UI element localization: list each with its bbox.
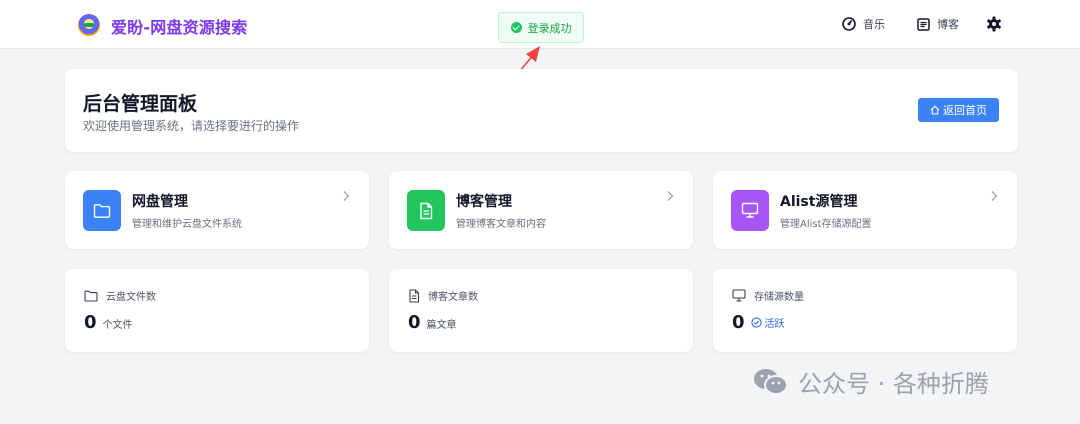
back-home-button[interactable]: 返回首页 <box>918 98 999 122</box>
document-icon <box>409 288 420 303</box>
feature-card-alist[interactable]: Alist源管理 管理Alist存储源配置 <box>713 171 1017 249</box>
blog-icon <box>917 17 930 31</box>
admin-panel-header-card: 后台管理面板 欢迎使用管理系统，请选择要进行的操作 返回首页 <box>65 69 1018 152</box>
logo-icon[interactable] <box>78 14 100 36</box>
chevron-right-icon <box>667 191 674 201</box>
monitor-icon <box>732 289 746 302</box>
success-toast: 登录成功 <box>498 12 584 43</box>
stat-value-row: 0 个文件 <box>84 312 133 333</box>
chevron-right-icon <box>343 191 350 201</box>
stat-unit: 篇文章 <box>426 320 457 331</box>
feature-card-blog[interactable]: 博客管理 管理博客文章和内容 <box>389 171 693 249</box>
feature-card-cloud-drive[interactable]: 网盘管理 管理和维护云盘文件系统 <box>65 171 369 249</box>
site-title[interactable]: 爱盼-网盘资源搜索 <box>111 14 247 38</box>
document-icon <box>420 202 433 219</box>
nav-blog-label: 博客 <box>937 18 959 31</box>
stat-header: 博客文章数 <box>408 288 478 303</box>
chevron-right-icon <box>991 191 998 201</box>
stat-header: 存储源数量 <box>732 288 804 303</box>
stat-label: 云盘文件数 <box>106 292 156 303</box>
stat-header: 云盘文件数 <box>84 288 156 303</box>
stat-label: 存储源数量 <box>754 292 804 303</box>
home-icon <box>930 105 940 115</box>
stat-unit: 个文件 <box>102 320 133 331</box>
nav-blog-link[interactable]: 博客 <box>917 16 959 32</box>
folder-icon <box>84 290 98 302</box>
check-circle-icon <box>750 317 762 328</box>
wechat-icon <box>754 368 788 395</box>
stat-value-row: 0 活跃 <box>732 312 785 333</box>
stat-card-articles: 博客文章数 0 篇文章 <box>389 269 693 352</box>
stat-value-row: 0 篇文章 <box>408 312 457 333</box>
watermark-text: 公众号 · 各种折腾 <box>798 370 989 398</box>
feature-icon-box <box>83 190 121 231</box>
toast-message: 登录成功 <box>527 21 572 35</box>
stat-number: 0 <box>408 312 421 333</box>
stat-card-sources: 存储源数量 0 活跃 <box>713 269 1017 352</box>
stat-number: 0 <box>84 312 97 333</box>
stat-label: 博客文章数 <box>428 292 478 303</box>
wechat-watermark: 公众号 · 各种折腾 <box>752 364 989 399</box>
feature-title: Alist源管理 <box>780 194 858 210</box>
nav-music-label: 音乐 <box>863 18 885 31</box>
settings-gear-icon[interactable] <box>986 16 1002 32</box>
page-subtitle: 欢迎使用管理系统，请选择要进行的操作 <box>83 119 300 133</box>
monitor-icon <box>741 202 759 218</box>
status-label: 活跃 <box>764 319 785 330</box>
folder-icon <box>93 203 111 218</box>
status-badge: 活跃 <box>750 315 785 330</box>
feature-description: 管理Alist存储源配置 <box>780 219 872 230</box>
feature-description: 管理博客文章和内容 <box>456 219 546 230</box>
nav-music-link[interactable]: 音乐 <box>842 16 885 32</box>
back-home-label: 返回首页 <box>943 104 987 117</box>
feature-icon-box <box>731 190 769 231</box>
stat-number: 0 <box>732 312 745 333</box>
feature-title: 博客管理 <box>456 194 512 210</box>
feature-description: 管理和维护云盘文件系统 <box>132 219 242 230</box>
check-circle-icon <box>510 22 522 33</box>
page-title: 后台管理面板 <box>83 93 198 115</box>
music-disc-icon <box>842 17 856 31</box>
feature-icon-box <box>407 190 445 231</box>
feature-title: 网盘管理 <box>132 194 188 210</box>
stat-card-files: 云盘文件数 0 个文件 <box>65 269 369 352</box>
